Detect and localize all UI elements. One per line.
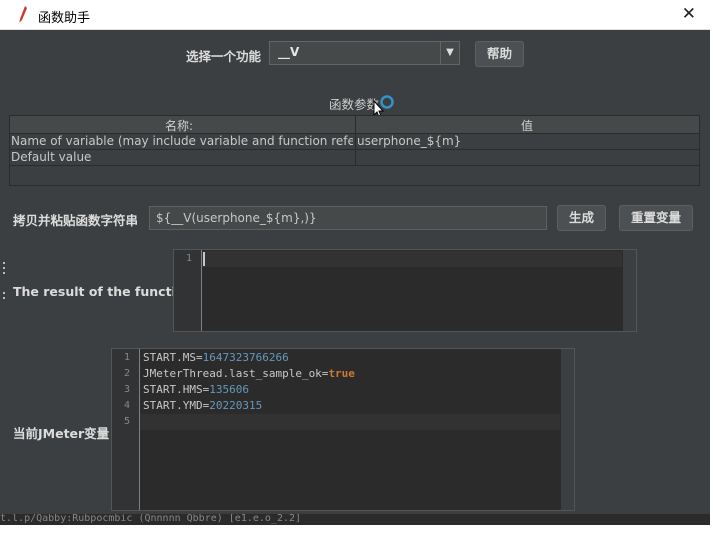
text-caret (203, 252, 205, 266)
column-header-value[interactable]: 值 (521, 117, 533, 134)
var-value: 1647323766266 (202, 351, 289, 364)
result-editor[interactable]: 1 (173, 249, 637, 332)
line-number: 3 (123, 384, 130, 395)
parameters-table: 名称: 值 Name of variable (may include vari… (9, 115, 700, 186)
line-number: 1 (185, 253, 192, 264)
line-number-gutter: 1 2 3 4 5 (112, 349, 140, 510)
var-key: START.MS= (143, 351, 203, 364)
function-string-value: ${__V(userphone_${m},)} (156, 211, 317, 225)
current-line-highlight (202, 251, 623, 267)
background-log-text: t.l.p/Qabby:Rubpocmbic (Qnnnnn Qbbre) [e… (0, 514, 710, 525)
help-button[interactable]: 帮助 (475, 41, 524, 67)
close-icon[interactable]: ✕ (682, 4, 696, 24)
vertical-scrollbar[interactable] (560, 349, 574, 510)
function-string-label: 拷贝并粘贴函数字符串 (13, 213, 139, 228)
function-select-combobox[interactable]: __V ▼ (269, 41, 460, 65)
background-window-left (0, 30, 9, 514)
jmeter-feather-icon (19, 6, 27, 22)
column-separator (355, 116, 356, 166)
var-key: JMeterThread.last_sample_ok= (143, 367, 329, 380)
line-number: 2 (123, 368, 130, 379)
line-number: 1 (123, 352, 130, 363)
window-title: 函数助手 (38, 11, 91, 26)
jmeter-variables-label: 当前JMeter变量 (13, 426, 110, 441)
line-number-gutter: 1 (174, 250, 202, 331)
row-divider (10, 165, 699, 166)
var-value: 135606 (209, 383, 249, 396)
vertical-scrollbar[interactable] (622, 250, 636, 331)
splitter-dot (3, 262, 5, 264)
var-key: START.YMD= (143, 399, 210, 412)
splitter-dot (3, 272, 5, 274)
splitter-dot (3, 267, 5, 269)
jmeter-variables-editor[interactable]: 1 2 3 4 5 START.MS=1647323766266 JMeterT… (111, 348, 575, 511)
function-string-field[interactable]: ${__V(userphone_${m},)} (149, 206, 547, 230)
code-line: JMeterThread.last_sample_ok=true (143, 367, 355, 380)
splitter-dot (3, 292, 5, 294)
splitter-dot (3, 297, 5, 299)
function-select-value: __V (278, 45, 300, 59)
code-line: START.MS=1647323766266 (143, 351, 289, 364)
parameters-section-title: 函数参数 (329, 97, 380, 112)
var-key: START.HMS= (143, 383, 210, 396)
reset-variables-button[interactable]: 重置变量 (619, 205, 693, 231)
line-number: 5 (123, 416, 130, 427)
generate-button[interactable]: 生成 (557, 205, 606, 231)
var-value: true (328, 367, 355, 380)
title-bar[interactable]: 函数助手 ✕ (0, 0, 710, 30)
background-window-right (700, 30, 710, 514)
param-name-cell: Name of variable (may include variable a… (11, 134, 353, 148)
function-helper-dialog: 选择一个功能 __V ▼ 帮助 函数参数 名称: 值 Name of varia… (9, 30, 700, 514)
line-number: 4 (123, 400, 130, 411)
var-value: 20220315 (209, 399, 263, 412)
function-select-label: 选择一个功能 (186, 49, 262, 64)
column-header-name[interactable]: 名称: (165, 117, 193, 134)
code-line: START.YMD=20220315 (143, 399, 262, 412)
param-value-cell[interactable]: userphone_${m} (357, 134, 687, 148)
param-name-cell: Default value (11, 150, 92, 164)
current-line-highlight (140, 414, 561, 430)
code-line: START.HMS=135606 (143, 383, 249, 396)
dropdown-arrow-icon[interactable]: ▼ (440, 42, 459, 64)
